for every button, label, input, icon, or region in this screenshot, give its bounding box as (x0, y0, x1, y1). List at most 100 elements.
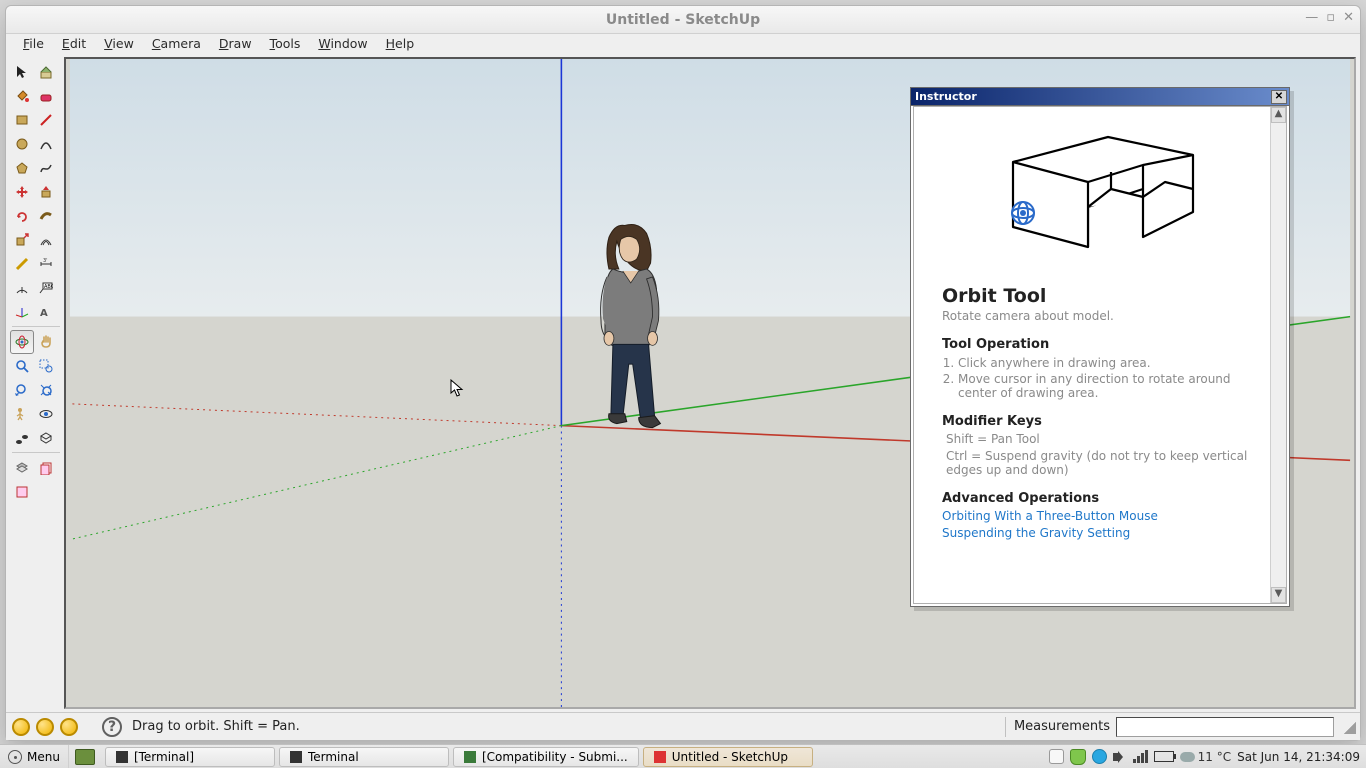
tool-eraser[interactable] (34, 84, 58, 108)
skype-icon[interactable] (1092, 749, 1107, 764)
security-shield-icon[interactable] (1070, 749, 1086, 765)
battery-icon[interactable] (1154, 751, 1174, 762)
instructor-body: ▲ ▼ (913, 106, 1287, 604)
instructor-scrollbar[interactable]: ▲ ▼ (1270, 107, 1286, 603)
close-button[interactable]: ✕ (1343, 10, 1354, 25)
instructor-titlebar[interactable]: Instructor ✕ (911, 88, 1289, 106)
status-message: Drag to orbit. Shift = Pan. (132, 719, 300, 734)
tool-select[interactable] (10, 60, 34, 84)
tray-app-icon[interactable] (1049, 749, 1064, 764)
svg-text:A: A (40, 308, 48, 319)
instructor-illustration (942, 107, 1254, 277)
tool-zoomprev[interactable] (10, 378, 34, 402)
taskbar-item-terminal1[interactable]: [Terminal] (105, 747, 275, 767)
menu-file[interactable]: File (14, 34, 53, 54)
status-bar: ? Drag to orbit. Shift = Pan. Measuremen… (6, 712, 1360, 740)
instructor-content: Orbit Tool Rotate camera about model. To… (914, 107, 1270, 603)
tool-lookaround[interactable] (34, 402, 58, 426)
menu-window[interactable]: Window (309, 34, 376, 54)
clock[interactable]: Sat Jun 14, 21:34:09 (1237, 750, 1360, 764)
menu-view[interactable]: View (95, 34, 143, 54)
status-orb-3[interactable] (60, 718, 78, 736)
cloud-icon (1180, 752, 1195, 762)
instructor-step: Move cursor in any direction to rotate a… (958, 372, 1254, 400)
svg-text:ABC: ABC (44, 284, 53, 290)
tool-rectangle[interactable] (10, 108, 34, 132)
tool-position-camera[interactable] (10, 402, 34, 426)
os-menu-button[interactable]: Menu (0, 745, 69, 768)
tool-zoomwindow[interactable] (34, 354, 58, 378)
tool-pan[interactable] (34, 330, 58, 354)
tool-layers[interactable] (10, 456, 34, 480)
os-menu-label: Menu (27, 750, 60, 764)
tool-offset[interactable] (34, 228, 58, 252)
task-label: [Terminal] (134, 750, 194, 764)
task-label: Terminal (308, 750, 359, 764)
tool-paintbucket[interactable] (10, 84, 34, 108)
tool-arc[interactable] (34, 132, 58, 156)
tool-zoomextents[interactable] (34, 378, 58, 402)
tool-outliner[interactable] (34, 456, 58, 480)
scroll-up-icon[interactable]: ▲ (1271, 107, 1286, 123)
tool-zoom[interactable] (10, 354, 34, 378)
menu-camera[interactable]: Camera (143, 34, 210, 54)
status-orb-2[interactable] (36, 718, 54, 736)
taskbar-item-sketchup[interactable]: Untitled - SketchUp (643, 747, 813, 767)
weather-widget[interactable]: 11 °C (1180, 750, 1231, 764)
tool-followme[interactable] (34, 204, 58, 228)
os-taskbar: Menu [Terminal] Terminal [Compatibility … (0, 744, 1366, 768)
show-desktop-icon[interactable] (75, 749, 95, 765)
tool-walk[interactable] (10, 426, 34, 450)
instructor-operation-label: Tool Operation (942, 337, 1254, 352)
tool-section[interactable] (34, 426, 58, 450)
instructor-advanced-label: Advanced Operations (942, 491, 1254, 506)
tool-component[interactable] (34, 60, 58, 84)
tool-palette: 3' ABC A (10, 60, 62, 712)
tool-tape[interactable] (10, 252, 34, 276)
window-titlebar[interactable]: Untitled - SketchUp — ▫ ✕ (6, 6, 1360, 34)
tool-dimension[interactable]: 3' (34, 252, 58, 276)
network-icon[interactable] (1133, 750, 1148, 763)
tool-3dtext[interactable]: A (34, 300, 58, 324)
menu-tools[interactable]: Tools (261, 34, 310, 54)
tool-orbit[interactable] (10, 330, 34, 354)
help-icon[interactable]: ? (102, 717, 122, 737)
tool-circle[interactable] (10, 132, 34, 156)
menu-draw[interactable]: Draw (210, 34, 261, 54)
instructor-panel[interactable]: Instructor ✕ ▲ ▼ (910, 87, 1290, 607)
measurements-label: Measurements (1008, 719, 1116, 734)
menu-edit[interactable]: Edit (53, 34, 95, 54)
taskbar-item-browser[interactable]: [Compatibility - Submi... (453, 747, 639, 767)
tool-model-info[interactable] (10, 480, 34, 504)
taskbar-item-terminal2[interactable]: Terminal (279, 747, 449, 767)
menubar: File Edit View Camera Draw Tools Window … (6, 34, 1360, 54)
system-tray: 11 °C Sat Jun 14, 21:34:09 (1049, 749, 1366, 765)
menu-help[interactable]: Help (377, 34, 424, 54)
tool-pushpull[interactable] (34, 180, 58, 204)
status-orb-1[interactable] (12, 718, 30, 736)
instructor-link[interactable]: Suspending the Gravity Setting (942, 526, 1254, 540)
task-label: Untitled - SketchUp (672, 750, 788, 764)
scroll-down-icon[interactable]: ▼ (1271, 587, 1286, 603)
minimize-button[interactable]: — (1305, 10, 1318, 25)
measurements-input[interactable] (1116, 717, 1334, 737)
tool-text[interactable]: ABC (34, 276, 58, 300)
task-label: [Compatibility - Submi... (482, 750, 628, 764)
tool-move[interactable] (10, 180, 34, 204)
tool-freehand[interactable] (34, 156, 58, 180)
instructor-link[interactable]: Orbiting With a Three-Button Mouse (942, 509, 1254, 523)
measurements-area: Measurements (1005, 717, 1340, 737)
tool-protractor[interactable] (10, 276, 34, 300)
instructor-step: Click anywhere in drawing area. (958, 356, 1254, 370)
maximize-button[interactable]: ▫ (1326, 10, 1335, 25)
tool-line[interactable] (34, 108, 58, 132)
tool-scale[interactable] (10, 228, 34, 252)
tool-polygon[interactable] (10, 156, 34, 180)
instructor-close-button[interactable]: ✕ (1271, 90, 1287, 104)
tool-axes[interactable] (10, 300, 34, 324)
tool-rotate[interactable] (10, 204, 34, 228)
resize-grip[interactable] (1340, 718, 1358, 736)
modifier-line: Ctrl = Suspend gravity (do not try to ke… (946, 449, 1254, 477)
terminal-icon (290, 751, 302, 763)
volume-icon[interactable] (1113, 750, 1127, 764)
